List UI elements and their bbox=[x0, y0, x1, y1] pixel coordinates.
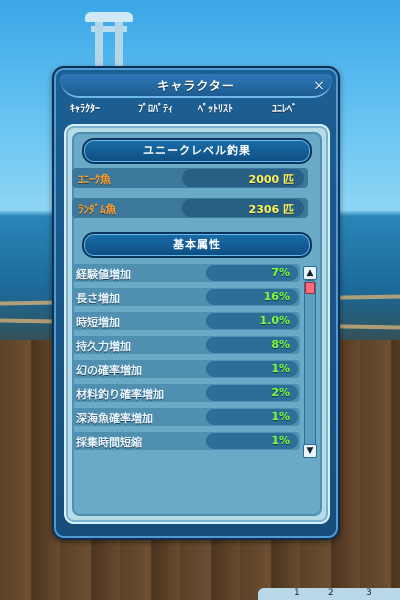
attribute-list: 経験値増加 7% 長さ増加 16% 時短増加 1.0% 持久力増加 8% 幻の確… bbox=[72, 264, 300, 460]
attribute-label: 採集時間短縮 bbox=[76, 436, 142, 449]
bottom-tab-1[interactable]: 1 bbox=[294, 588, 300, 598]
bottom-tab-3[interactable]: 3 bbox=[366, 588, 372, 598]
attribute-value-box: 2% bbox=[206, 385, 298, 401]
attribute-value-box: 1% bbox=[206, 433, 298, 449]
attribute-label: 経験値増加 bbox=[76, 268, 131, 281]
attribute-value: 1% bbox=[271, 362, 290, 375]
attribute-row: 持久力増加 8% bbox=[72, 336, 300, 354]
random-fish-value: 2306 匹 bbox=[248, 203, 294, 216]
unique-fish-value-box: 2000 匹 bbox=[182, 169, 304, 187]
close-icon[interactable]: × bbox=[312, 79, 326, 93]
attribute-label: 幻の確率増加 bbox=[76, 364, 142, 377]
attribute-row: 長さ増加 16% bbox=[72, 288, 300, 306]
tab-unique-level[interactable]: ﾕﾆﾚﾍﾞ bbox=[272, 100, 297, 115]
attribute-row: 経験値増加 7% bbox=[72, 264, 300, 282]
unique-fish-label: ﾕﾆｰｸ魚 bbox=[78, 173, 111, 186]
attribute-label: 長さ増加 bbox=[76, 292, 120, 305]
attribute-value: 16% bbox=[263, 290, 290, 303]
attribute-label: 深海魚確率増加 bbox=[76, 412, 153, 425]
bottom-page-tabs: 1 2 3 bbox=[258, 588, 400, 600]
attribute-value: 2% bbox=[271, 386, 290, 399]
bottom-tab-2[interactable]: 2 bbox=[328, 588, 334, 598]
attribute-value: 1% bbox=[271, 434, 290, 447]
attribute-value-box: 16% bbox=[206, 289, 298, 305]
attribute-value: 7% bbox=[271, 266, 290, 279]
attribute-row: 幻の確率増加 1% bbox=[72, 360, 300, 378]
attribute-value-box: 8% bbox=[206, 337, 298, 353]
unique-level-header: ユニークレベル釣果 bbox=[82, 138, 312, 164]
scroll-up-icon[interactable]: ▲ bbox=[303, 266, 317, 280]
attribute-label: 材料釣り確率増加 bbox=[76, 388, 164, 401]
random-fish-label: ﾗﾝﾀﾞﾑ魚 bbox=[78, 203, 117, 216]
attribute-value: 8% bbox=[271, 338, 290, 351]
scroll-thumb[interactable] bbox=[305, 282, 315, 294]
tab-pet-list[interactable]: ﾍﾟｯﾄﾘｽﾄ bbox=[198, 100, 233, 115]
attribute-value-box: 1% bbox=[206, 361, 298, 377]
scroll-track[interactable] bbox=[304, 280, 316, 446]
unique-fish-value: 2000 匹 bbox=[248, 173, 294, 186]
attribute-value-box: 1.0% bbox=[206, 313, 298, 329]
attribute-label: 時短増加 bbox=[76, 316, 120, 329]
unique-level-title: ユニークレベル釣果 bbox=[143, 144, 251, 157]
attribute-row: 材料釣り確率増加 2% bbox=[72, 384, 300, 402]
attribute-row: 時短増加 1.0% bbox=[72, 312, 300, 330]
attribute-row: 採集時間短縮 1% bbox=[72, 432, 300, 450]
unique-fish-row: ﾕﾆｰｸ魚 2000 匹 bbox=[72, 168, 308, 188]
attribute-row: 深海魚確率増加 1% bbox=[72, 408, 300, 426]
attribute-value: 1% bbox=[271, 410, 290, 423]
window-title: キャラクター bbox=[157, 79, 235, 93]
scroll-down-icon[interactable]: ▼ bbox=[303, 444, 317, 458]
window-titlebar[interactable]: キャラクター × bbox=[60, 74, 332, 98]
basic-attributes-header: 基本属性 bbox=[82, 232, 312, 258]
attribute-value-box: 1% bbox=[206, 409, 298, 425]
attribute-label: 持久力増加 bbox=[76, 340, 131, 353]
torii-top bbox=[85, 12, 133, 22]
random-fish-value-box: 2306 匹 bbox=[182, 199, 304, 217]
tab-property[interactable]: ﾌﾟﾛﾊﾟﾃｨ bbox=[138, 100, 173, 115]
basic-attributes-title: 基本属性 bbox=[173, 238, 221, 251]
window-tabs: ｷｬﾗｸﾀｰ ﾌﾟﾛﾊﾟﾃｨ ﾍﾟｯﾄﾘｽﾄ ﾕﾆﾚﾍﾞ bbox=[70, 98, 322, 118]
random-fish-row: ﾗﾝﾀﾞﾑ魚 2306 匹 bbox=[72, 198, 308, 218]
attribute-value: 1.0% bbox=[259, 314, 290, 327]
attribute-value-box: 7% bbox=[206, 265, 298, 281]
tab-character[interactable]: ｷｬﾗｸﾀｰ bbox=[70, 100, 100, 115]
attribute-scrollbar[interactable]: ▲ ▼ bbox=[302, 266, 317, 458]
